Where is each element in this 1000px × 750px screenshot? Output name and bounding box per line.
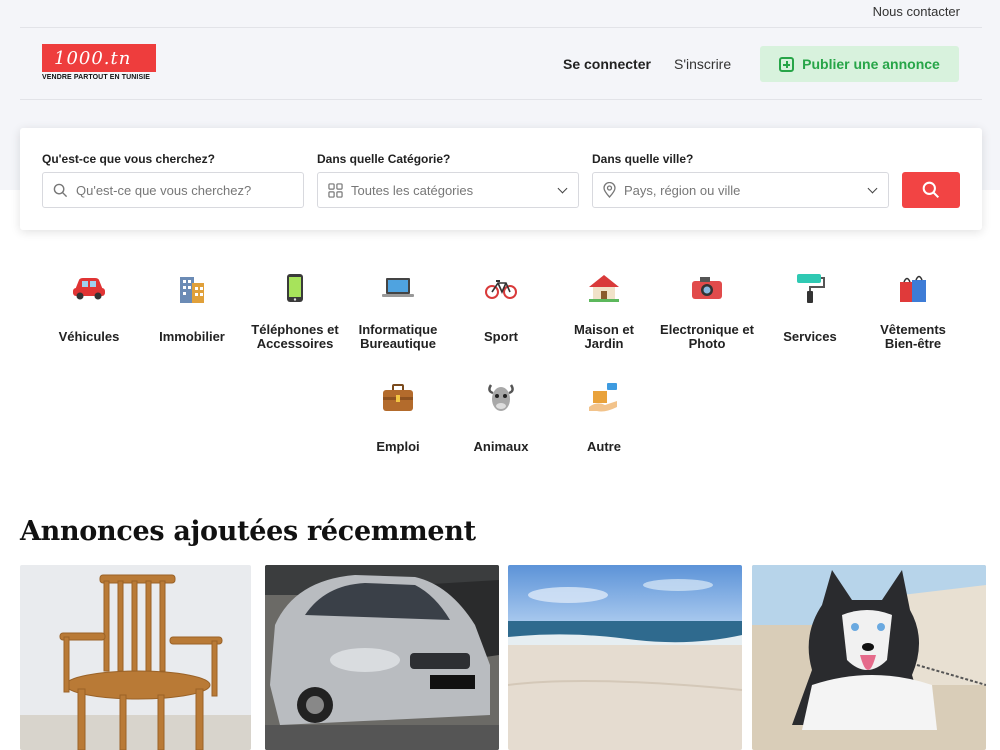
category-value: Toutes les catégories <box>351 182 474 198</box>
briefcase-icon <box>383 384 413 411</box>
category-telephones[interactable]: Téléphones et Accessoires <box>245 268 345 352</box>
category-label: Immobilier <box>159 329 225 344</box>
chevron-down-icon <box>867 183 878 194</box>
logo-wordmark: 1000.tn <box>42 44 156 72</box>
goat-icon <box>488 384 514 411</box>
ad-card-beach[interactable] <box>508 565 742 750</box>
car-icon <box>73 278 105 300</box>
beach-photo <box>508 565 742 750</box>
what-label: Qu'est-ce que vous cherchez? <box>42 152 215 166</box>
category-maison-jardin[interactable]: Maison et Jardin <box>554 268 654 352</box>
ad-card-car[interactable] <box>265 565 499 750</box>
paint-roller-icon <box>797 274 825 303</box>
category-label: Maison et Jardin <box>574 322 634 351</box>
search-icon <box>922 181 940 199</box>
location-pin-icon <box>603 182 616 198</box>
category-label: Vêtements Bien-être <box>880 322 946 351</box>
contact-link[interactable]: Nous contacter <box>873 4 960 19</box>
chair-photo <box>20 565 251 750</box>
ad-card-dog[interactable] <box>752 565 986 750</box>
shopping-bags-icon <box>900 275 926 302</box>
category-label: Animaux <box>473 439 529 454</box>
phone-icon <box>287 274 303 302</box>
delivery-box-icon <box>589 383 617 412</box>
category-label: Véhicules <box>58 329 120 344</box>
plus-square-icon <box>779 56 795 72</box>
logo-tagline: VENDRE PARTOUT EN TUNISIE <box>42 74 151 81</box>
search-button[interactable] <box>902 172 960 208</box>
category-sport[interactable]: Sport <box>451 268 551 352</box>
publish-ad-label: Publier une annonce <box>802 56 940 72</box>
camera-icon <box>692 277 722 299</box>
category-vetements[interactable]: Vêtements Bien-être <box>863 268 963 352</box>
category-animaux[interactable]: Animaux <box>451 378 551 462</box>
top-bar: Nous contacter <box>20 0 982 28</box>
category-immobilier[interactable]: Immobilier <box>142 268 242 352</box>
category-select[interactable]: Toutes les catégories <box>317 172 579 208</box>
search-panel: Qu'est-ce que vous cherchez? Dans quelle… <box>20 128 982 230</box>
husky-photo <box>752 565 986 750</box>
category-label: Services <box>783 329 837 344</box>
ad-card-chair[interactable] <box>20 565 251 750</box>
site-logo[interactable]: 1000.tn VENDRE PARTOUT EN TUNISIE <box>42 44 158 81</box>
category-electronique[interactable]: Electronique et Photo <box>657 268 757 352</box>
category-emploi[interactable]: Emploi <box>348 378 448 462</box>
house-icon <box>589 275 619 302</box>
category-autre[interactable]: Autre <box>554 378 654 462</box>
search-icon <box>53 183 68 197</box>
category-label: Autre <box>587 439 621 454</box>
city-input[interactable] <box>624 182 824 198</box>
category-services[interactable]: Services <box>760 268 860 352</box>
chevron-down-icon <box>557 183 568 194</box>
publish-ad-button[interactable]: Publier une annonce <box>760 46 959 82</box>
category-label: Informatique Bureautique <box>358 322 438 351</box>
recent-ads-title: Annonces ajoutées récemment <box>20 516 476 547</box>
category-label: Dans quelle Catégorie? <box>317 152 451 166</box>
building-icon <box>180 277 204 303</box>
laptop-icon <box>382 278 414 297</box>
city-field[interactable] <box>592 172 889 208</box>
bicycle-icon <box>485 280 517 299</box>
login-link[interactable]: Se connecter <box>563 56 651 72</box>
category-informatique[interactable]: Informatique Bureautique <box>348 268 448 352</box>
category-label: Emploi <box>376 439 420 454</box>
search-input[interactable] <box>76 182 276 198</box>
what-search-field[interactable] <box>42 172 304 208</box>
category-vehicules[interactable]: Véhicules <box>39 268 139 352</box>
grid-icon <box>328 182 343 198</box>
car-photo <box>265 565 499 750</box>
header: 1000.tn VENDRE PARTOUT EN TUNISIE Se con… <box>20 28 982 100</box>
category-label: Sport <box>484 329 518 344</box>
register-link[interactable]: S'inscrire <box>674 56 731 72</box>
category-label: Téléphones et Accessoires <box>251 322 339 351</box>
city-label: Dans quelle ville? <box>592 152 694 166</box>
category-label: Electronique et Photo <box>660 322 754 351</box>
